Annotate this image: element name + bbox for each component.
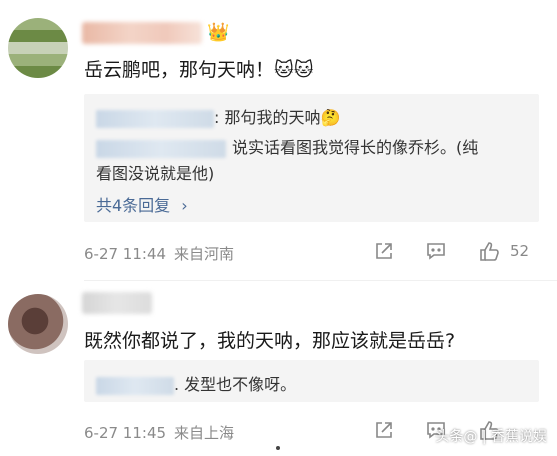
location: 来自河南 [174, 245, 235, 263]
chevron-right-icon: › [181, 196, 188, 215]
comment-icon [427, 243, 445, 260]
like-button[interactable]: 52 [478, 240, 529, 262]
crown-icon: 👑 [207, 22, 230, 43]
comment-text: 既然你都说了，我的天呐，那应该就是岳岳? [84, 330, 456, 352]
comment-1: 👑 岳云鹏吧，那句天呐！🐱🐱 : 那句我的天呐🤔 说实话看图我觉得长的像乔杉。(… [0, 0, 557, 280]
share-icon [376, 243, 392, 259]
reply-text: . 发型也不像呀。 [174, 375, 297, 394]
comment-text: 岳云鹏吧，那句天呐！🐱🐱 [84, 59, 314, 81]
reply-text-continued: 看图没说就是他) [96, 164, 215, 183]
reply-text: 说实话看图我觉得长的像乔杉。(纯 [232, 138, 479, 157]
comment-meta: 6-27 11:44 来自河南 [84, 243, 234, 264]
reply-username[interactable] [96, 139, 226, 158]
reply-username[interactable] [96, 376, 174, 395]
reply-button[interactable] [425, 240, 447, 262]
thumbs-up-icon [480, 242, 499, 261]
reply-username[interactable] [96, 109, 214, 128]
share-button[interactable] [373, 419, 395, 441]
avatar[interactable] [8, 294, 68, 354]
avatar[interactable] [8, 18, 68, 78]
username[interactable] [82, 292, 152, 314]
location: 来自上海 [174, 424, 235, 442]
timestamp: 6-27 11:44 [84, 245, 167, 263]
more-replies-link[interactable]: 共4条回复 › [96, 192, 188, 216]
like-count: 52 [510, 242, 530, 260]
comment-meta: 6-27 11:45 来自上海 [84, 422, 234, 443]
reply-box[interactable]: : 那句我的天呐🤔 说实话看图我觉得长的像乔杉。(纯 看图没说就是他) 共4条回… [84, 94, 539, 222]
timestamp: 6-27 11:45 [84, 424, 167, 442]
watermark: 头条@ | 香蕉说娱 [435, 429, 547, 445]
reply-text: : 那句我的天呐🤔 [214, 108, 341, 127]
reply-item: . 发型也不像呀。 [96, 371, 296, 395]
share-button[interactable] [373, 240, 395, 262]
username[interactable] [82, 22, 202, 44]
share-icon [376, 422, 392, 438]
more-replies-label: 共4条回复 [96, 196, 171, 215]
reply-box[interactable]: . 发型也不像呀。 [84, 360, 539, 402]
reply-item: : 那句我的天呐🤔 [96, 104, 340, 128]
reply-item: 说实话看图我觉得长的像乔杉。(纯 [96, 134, 478, 158]
page-indicator-dot [276, 446, 280, 450]
